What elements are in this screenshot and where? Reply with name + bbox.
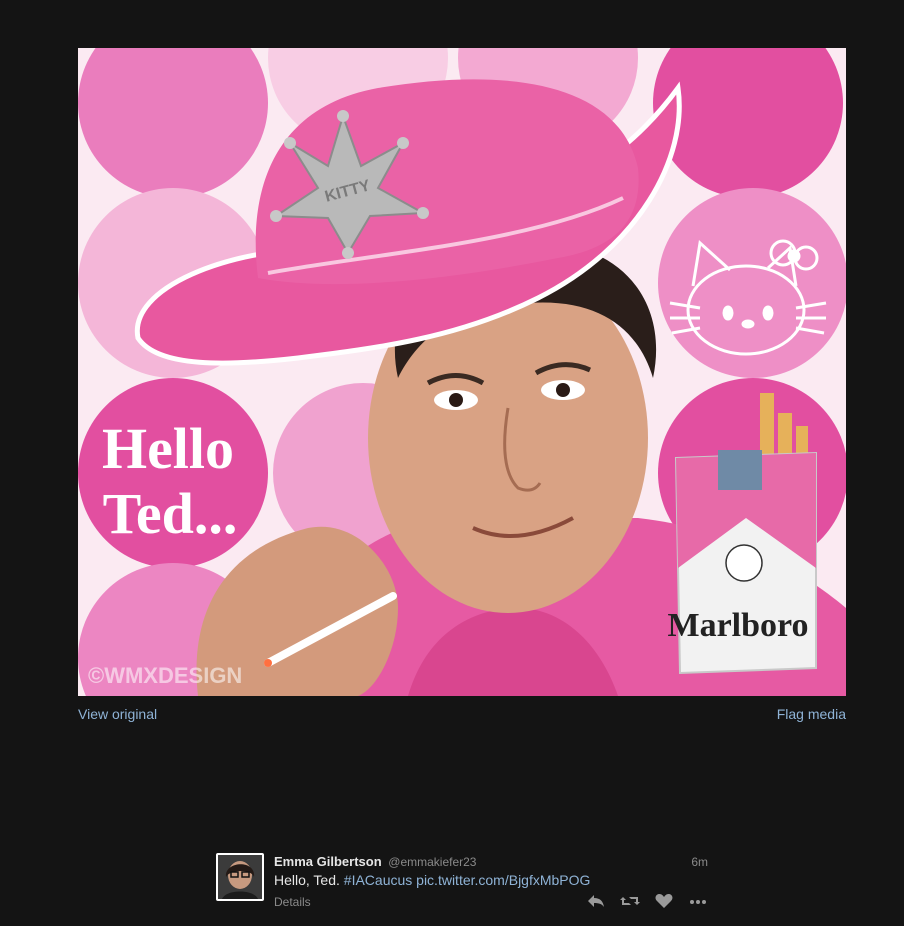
- tweet-actions: [586, 893, 708, 909]
- pack-brand: Marlboro: [667, 607, 808, 644]
- watermark: ©WMXDESIGN: [88, 663, 242, 688]
- tweet-time[interactable]: 6m: [691, 855, 708, 869]
- image-hello-text: Hello: [102, 416, 234, 481]
- user-name[interactable]: Emma Gilbertson: [274, 854, 382, 869]
- tweet-text-prefix: Hello, Ted.: [274, 872, 344, 888]
- avatar[interactable]: [216, 853, 264, 901]
- tweet: Emma Gilbertson @emmakiefer23 6m Hello, …: [216, 853, 710, 913]
- media-image[interactable]: KITTY Marlboro Hello Ted... ©WMXDESIGN: [78, 48, 846, 696]
- reply-icon[interactable]: [586, 893, 606, 909]
- details-link[interactable]: Details: [274, 895, 311, 909]
- retweet-icon[interactable]: [620, 893, 640, 909]
- user-handle[interactable]: @emmakiefer23: [388, 855, 476, 869]
- more-icon[interactable]: [688, 893, 708, 909]
- tweet-header: Emma Gilbertson @emmakiefer23: [274, 854, 476, 869]
- flag-media-link[interactable]: Flag media: [777, 706, 846, 722]
- polka-dot: [658, 188, 846, 378]
- image-ted-text: Ted...: [103, 481, 238, 546]
- view-original-link[interactable]: View original: [78, 706, 157, 722]
- hashtag-link[interactable]: #IACaucus: [344, 872, 412, 888]
- tweet-text: Hello, Ted. #IACaucus pic.twitter.com/Bj…: [274, 872, 590, 888]
- favorite-icon[interactable]: [654, 893, 674, 909]
- pic-link[interactable]: pic.twitter.com/BjgfxMbPOG: [416, 872, 590, 888]
